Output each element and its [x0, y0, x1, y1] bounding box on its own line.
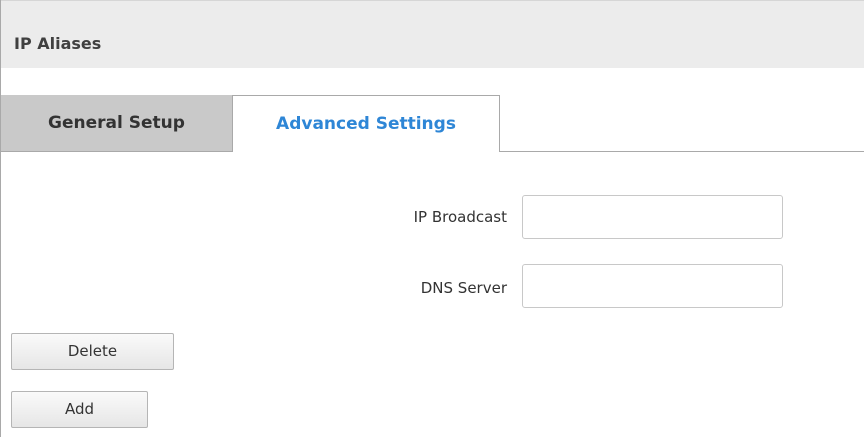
dns-server-label: DNS Server: [420, 279, 507, 297]
dns-server-input[interactable]: [522, 264, 783, 308]
tab-general-setup[interactable]: General Setup: [1, 95, 233, 152]
tab-divider-line: [499, 151, 864, 152]
section-title: IP Aliases: [14, 34, 102, 53]
section-header: IP Aliases: [1, 0, 864, 68]
ip-broadcast-input[interactable]: [522, 195, 783, 239]
delete-button[interactable]: Delete: [11, 333, 174, 370]
tab-advanced-settings[interactable]: Advanced Settings: [233, 95, 500, 152]
tab-bar: General Setup Advanced Settings: [1, 95, 864, 152]
add-button[interactable]: Add: [11, 391, 148, 428]
ip-broadcast-label: IP Broadcast: [413, 208, 507, 226]
